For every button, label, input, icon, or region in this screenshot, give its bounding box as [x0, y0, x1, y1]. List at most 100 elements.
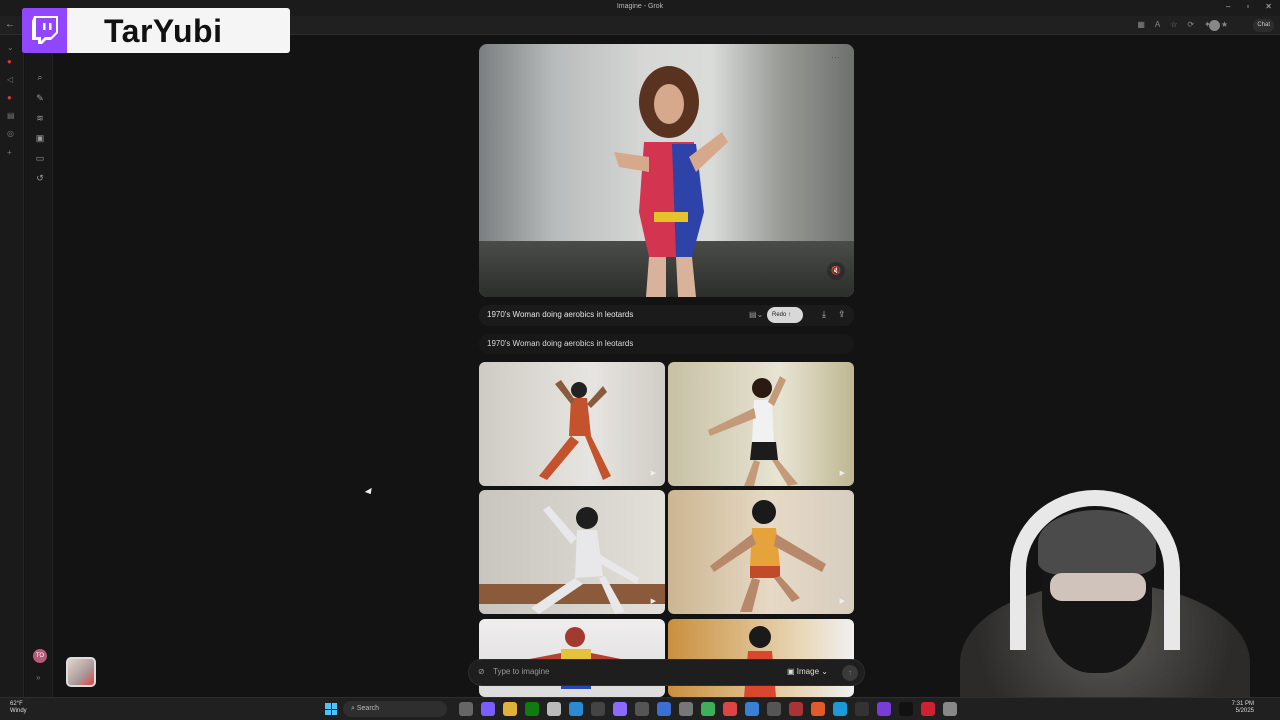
main-video-preview[interactable]: ··· 🔇 — [479, 44, 854, 297]
collections-icon[interactable]: ★ — [1221, 20, 1228, 29]
chevron-down-icon[interactable]: ⌄ — [7, 43, 14, 52]
chat-button[interactable]: Chat — [1253, 19, 1274, 32]
windows-start-icon[interactable] — [325, 703, 337, 715]
document-icon[interactable]: ▤ — [7, 111, 15, 120]
dancer-figure — [531, 506, 639, 614]
taskbar-search[interactable]: ⌕ Search — [343, 701, 447, 717]
twitch-app-icon[interactable] — [613, 702, 627, 716]
app-icon[interactable] — [723, 702, 737, 716]
app-icon[interactable] — [943, 702, 957, 716]
opera-icon[interactable] — [789, 702, 803, 716]
folder-icon[interactable]: ▭ — [34, 152, 46, 164]
mute-icon[interactable]: 🔇 — [827, 262, 845, 280]
profile-avatar[interactable] — [1209, 20, 1220, 31]
taskbar: 62°F Windy ⌕ Search 7:31 PM 5/2025 — [0, 697, 1280, 720]
steam-icon[interactable] — [569, 702, 583, 716]
voice-icon[interactable]: ≋ — [34, 112, 46, 124]
read-aloud-icon[interactable]: A — [1155, 20, 1160, 29]
close-icon[interactable]: ✕ — [1265, 2, 1272, 11]
browser-sidebar: ⌄ ● ◁ ● ▤ ◎ + — [0, 35, 24, 697]
edge-icon[interactable] — [833, 702, 847, 716]
weather-temperature: 62°F — [10, 701, 23, 707]
record-dot-icon[interactable]: ● — [7, 93, 12, 102]
app-icon[interactable] — [855, 702, 869, 716]
window-controls: – ▫ ✕ — [1226, 2, 1272, 11]
result-image[interactable]: ▶ — [668, 362, 854, 486]
prompt-bar: 1970's Woman doing aerobics in leotards … — [479, 305, 854, 326]
mode-selector[interactable]: ▣ Image ⌄ — [787, 667, 828, 676]
twitch-logo-icon — [22, 8, 67, 53]
app-icon[interactable] — [591, 702, 605, 716]
store-icon[interactable] — [547, 702, 561, 716]
play-icon[interactable]: ▶ — [840, 597, 845, 605]
user-avatar[interactable]: TO — [33, 649, 47, 663]
notification-dot-icon[interactable]: ● — [7, 57, 12, 66]
app-icon[interactable] — [481, 702, 495, 716]
weather-condition: Windy — [10, 708, 27, 714]
minimize-icon[interactable]: – — [1226, 2, 1230, 11]
add-icon[interactable]: + — [7, 148, 12, 157]
app-icon[interactable] — [921, 702, 935, 716]
chat-label: Chat — [1257, 22, 1270, 28]
send-button[interactable]: ↑ — [842, 665, 858, 681]
favorite-star-icon[interactable]: ☆ — [1170, 20, 1177, 29]
app-icon[interactable] — [877, 702, 891, 716]
result-image[interactable]: ▶ — [479, 490, 665, 614]
back-icon[interactable]: ← — [5, 19, 15, 30]
imagine-composer: ⊘ Type to imagine ▣ Image ⌄ ↑ — [468, 659, 865, 686]
history-prompt[interactable]: 1970's Woman doing aerobics in leotards — [479, 334, 854, 354]
aspect-ratio-icon[interactable]: ▤⌄ — [749, 310, 763, 319]
imagine-icon[interactable]: ▣ — [34, 132, 46, 144]
headset-shape — [1010, 490, 1180, 650]
mouse-cursor-icon — [364, 487, 375, 497]
redo-button[interactable]: Redo ↑ — [767, 307, 803, 323]
play-icon[interactable]: ▶ — [651, 597, 656, 605]
result-image[interactable]: ▶ — [668, 490, 854, 614]
speaker-icon[interactable]: ◁ — [7, 75, 13, 84]
aerobics-figure — [614, 66, 728, 297]
task-view-icon[interactable] — [459, 702, 473, 716]
more-options-icon[interactable]: ··· — [831, 52, 840, 62]
attach-icon[interactable]: ⊘ — [478, 667, 485, 676]
twitch-overlay: TarYubi — [22, 8, 290, 53]
prompt-text: 1970's Woman doing aerobics in leotards — [487, 310, 634, 319]
compose-icon[interactable]: ✎ — [34, 92, 46, 104]
brave-icon[interactable] — [811, 702, 825, 716]
mode-label: Image — [796, 667, 820, 676]
share-icon[interactable]: ⇪ — [838, 309, 846, 320]
app-sidebar: ⌕ ✎ ≋ ▣ ▭ ↺ — [25, 35, 53, 697]
play-icon[interactable]: ▶ — [651, 469, 656, 477]
app-icon[interactable] — [657, 702, 671, 716]
x-icon[interactable] — [899, 702, 913, 716]
result-image[interactable]: ▶ — [479, 362, 665, 486]
app-icon[interactable] — [767, 702, 781, 716]
grid-icon[interactable]: ▦ — [1137, 20, 1145, 29]
search-icon[interactable]: ⌕ — [34, 71, 46, 83]
app-icon[interactable] — [679, 702, 693, 716]
prompt-input[interactable]: Type to imagine — [493, 667, 549, 676]
weather-widget[interactable]: 62°F Windy — [10, 701, 27, 715]
app-icon[interactable] — [745, 702, 759, 716]
dancer-figure — [708, 376, 798, 486]
download-icon[interactable]: ⤓ — [822, 309, 826, 320]
restore-icon[interactable]: ▫ — [1246, 2, 1249, 11]
copilot-icon[interactable]: ◎ — [7, 129, 14, 138]
expand-sidebar-icon[interactable]: » — [36, 673, 40, 682]
file-explorer-icon[interactable] — [503, 702, 517, 716]
history-prompt-text: 1970's Woman doing aerobics in leotards — [487, 339, 634, 348]
xbox-icon[interactable] — [525, 702, 539, 716]
screen: Imagine - Grok – ▫ ✕ ← ▦ A ☆ ⟳ ✦ ★ Chat … — [0, 0, 1280, 720]
image-stack-thumbnail[interactable] — [66, 657, 96, 687]
play-icon[interactable]: ▶ — [840, 469, 845, 477]
redo-label: Redo — [772, 312, 787, 318]
extensions-icon[interactable]: ⟳ — [1187, 20, 1194, 29]
history-icon[interactable]: ↺ — [34, 172, 46, 184]
clock-date: 5/2025 — [1235, 708, 1254, 714]
dancer-figure — [539, 380, 611, 480]
dancer-figure — [710, 500, 826, 612]
webcam-overlay — [950, 488, 1280, 720]
chrome-icon[interactable] — [701, 702, 715, 716]
app-icon[interactable] — [635, 702, 649, 716]
clock-time: 7:31 PM — [1231, 701, 1254, 707]
system-clock[interactable]: 7:31 PM 5/2025 — [1232, 701, 1254, 715]
